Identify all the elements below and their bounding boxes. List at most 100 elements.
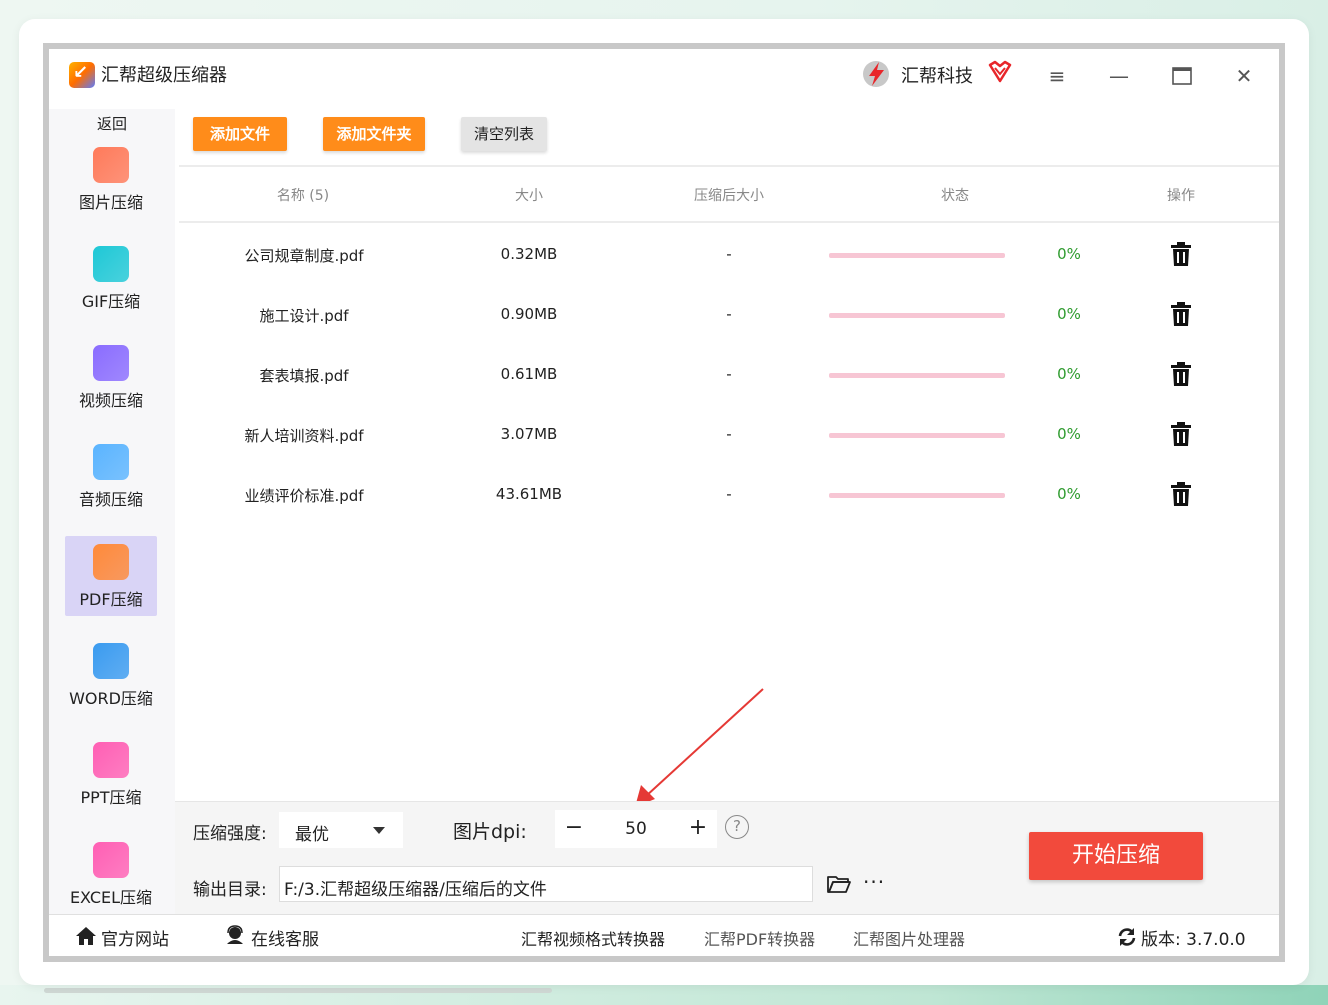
refresh-icon[interactable] xyxy=(1117,927,1137,947)
sidebar-item-audio[interactable]: 音频压缩 xyxy=(65,436,157,516)
official-website-link[interactable]: 官方网站 xyxy=(101,925,169,950)
app-window: 汇帮超级压缩器 汇帮科技 ≡ — ✕ 返回 图片压缩 GIF压缩视频压缩音频压缩 P… xyxy=(43,43,1285,962)
add-file-button[interactable]: 添加文件 xyxy=(193,117,287,151)
sidebar-item-label: 图片压缩 xyxy=(78,193,143,212)
progress-percent: 0% xyxy=(1057,485,1081,503)
sidebar-item-image[interactable]: 图片压缩 xyxy=(65,139,157,219)
file-name: 施工设计.pdf xyxy=(259,307,349,325)
home-icon xyxy=(76,927,96,945)
close-icon[interactable]: ✕ xyxy=(1229,61,1259,91)
dpi-stepper: − 50 + xyxy=(555,810,717,848)
file-size: 3.07MB xyxy=(500,425,558,443)
file-size: 0.90MB xyxy=(500,305,558,323)
add-folder-button[interactable]: 添加文件夹 xyxy=(323,117,425,151)
file-name: 套表填报.pdf xyxy=(259,367,349,385)
brand-logo-icon xyxy=(863,61,889,87)
dpi-label: 图片dpi: xyxy=(453,821,527,843)
sidebar-item-word[interactable]: WORD压缩 xyxy=(65,635,157,715)
progress-bar xyxy=(829,493,1005,498)
delete-icon[interactable] xyxy=(1171,242,1191,266)
output-path-input[interactable]: F:/3.汇帮超级压缩器/压缩后的文件 xyxy=(279,866,813,902)
delete-icon[interactable] xyxy=(1171,302,1191,326)
progress-bar xyxy=(829,433,1005,438)
excel-icon xyxy=(93,842,129,878)
output-path-text: F:/3.汇帮超级压缩器/压缩后的文件 xyxy=(284,880,547,900)
delete-icon[interactable] xyxy=(1171,362,1191,386)
table-row: 业绩评价标准.pdf 43.61MB - 0% xyxy=(179,465,1279,525)
sidebar-item-label: 视频压缩 xyxy=(78,391,143,410)
clear-list-button[interactable]: 清空列表 xyxy=(461,117,547,151)
strength-select[interactable]: 最优 xyxy=(279,812,403,848)
folder-icon[interactable] xyxy=(827,874,851,894)
title-bar: 汇帮超级压缩器 汇帮科技 ≡ — ✕ xyxy=(49,49,1279,109)
progress-bar xyxy=(829,373,1005,378)
pdf-converter-link[interactable]: 汇帮PDF转换器 xyxy=(704,926,815,950)
delete-icon[interactable] xyxy=(1171,482,1191,506)
maximize-icon[interactable] xyxy=(1167,61,1197,91)
minimize-icon[interactable]: — xyxy=(1104,61,1134,91)
video-converter-link[interactable]: 汇帮视频格式转换器 xyxy=(521,926,665,950)
sidebar-item-label: PDF压缩 xyxy=(79,590,143,609)
start-compress-button[interactable]: 开始压缩 xyxy=(1029,832,1203,880)
footer: 官方网站 在线客服 汇帮视频格式转换器 汇帮PDF转换器 汇帮图片处理器 版本:… xyxy=(49,914,1279,956)
sidebar-item-video[interactable]: 视频压缩 xyxy=(65,337,157,417)
dpi-value[interactable]: 50 xyxy=(609,819,663,839)
audio-icon xyxy=(93,444,129,480)
dpi-increase-button[interactable]: + xyxy=(683,814,713,844)
progress-percent: 0% xyxy=(1057,245,1081,263)
app-title: 汇帮超级压缩器 xyxy=(101,65,227,86)
version-text: 版本: 3.7.0.0 xyxy=(1141,930,1246,950)
more-options-icon[interactable]: ··· xyxy=(863,870,885,894)
file-name: 公司规章制度.pdf xyxy=(244,247,364,265)
sidebar-item-label: EXCEL压缩 xyxy=(69,888,153,907)
sidebar-item-gif[interactable]: GIF压缩 xyxy=(65,238,157,318)
compressed-size: - xyxy=(726,245,732,263)
compressed-size: - xyxy=(726,305,732,323)
table-row: 新人培训资料.pdf 3.07MB - 0% xyxy=(179,405,1279,465)
ppt-icon xyxy=(93,742,129,778)
delete-icon[interactable] xyxy=(1171,422,1191,446)
sidebar-item-label: 音频压缩 xyxy=(78,490,143,509)
progress-percent: 0% xyxy=(1057,365,1081,383)
table-row: 套表填报.pdf 0.61MB - 0% xyxy=(179,345,1279,405)
brand-name: 汇帮科技 xyxy=(901,66,973,87)
sidebar-item-label: WORD压缩 xyxy=(69,689,153,708)
sidebar-item-excel[interactable]: EXCEL压缩 xyxy=(65,834,157,914)
progress-bar xyxy=(829,313,1005,318)
strength-label: 压缩强度: xyxy=(193,824,267,844)
progress-percent: 0% xyxy=(1057,305,1081,323)
sidebar-item-pdf[interactable]: PDF压缩 xyxy=(65,536,157,616)
chevron-down-icon xyxy=(373,827,385,834)
file-name: 新人培训资料.pdf xyxy=(244,427,364,445)
strength-value: 最优 xyxy=(295,825,329,845)
toolbar: 添加文件 添加文件夹 清空列表 xyxy=(175,109,1279,165)
back-button[interactable]: 返回 xyxy=(49,109,175,139)
taskbar-line xyxy=(44,988,552,993)
image-processor-link[interactable]: 汇帮图片处理器 xyxy=(853,926,965,950)
compressed-size: - xyxy=(726,365,732,383)
compression-settings: 压缩强度: 最优 图片dpi: − 50 + ? 输出目录: F:/3.汇帮超级… xyxy=(175,801,1279,914)
progress-bar xyxy=(829,253,1005,258)
file-size: 43.61MB xyxy=(495,485,563,503)
help-icon[interactable]: ? xyxy=(725,815,749,839)
table-row: 公司规章制度.pdf 0.32MB - 0% xyxy=(179,225,1279,285)
pdf-icon xyxy=(93,544,129,580)
image-icon xyxy=(93,147,129,183)
sidebar-item-label: GIF压缩 xyxy=(81,292,141,311)
file-size: 0.61MB xyxy=(500,365,558,383)
vip-heart-icon[interactable] xyxy=(987,59,1013,85)
header-size: 大小 xyxy=(515,188,543,204)
online-service-link[interactable]: 在线客服 xyxy=(251,925,319,950)
output-label: 输出目录: xyxy=(193,880,267,900)
word-icon xyxy=(93,643,129,679)
file-size: 0.32MB xyxy=(500,245,558,263)
file-name: 业绩评价标准.pdf xyxy=(244,487,364,505)
sidebar-item-ppt[interactable]: PPT压缩 xyxy=(65,734,157,814)
app-logo-icon xyxy=(69,62,95,88)
video-icon xyxy=(93,345,129,381)
dpi-decrease-button[interactable]: − xyxy=(559,814,589,844)
sidebar: 返回 图片压缩 GIF压缩视频压缩音频压缩 PDF压缩 WORD压缩 PPT压缩 EXCE… xyxy=(49,109,175,914)
menu-icon[interactable]: ≡ xyxy=(1042,61,1072,91)
progress-percent: 0% xyxy=(1057,425,1081,443)
gif-icon xyxy=(93,246,129,282)
